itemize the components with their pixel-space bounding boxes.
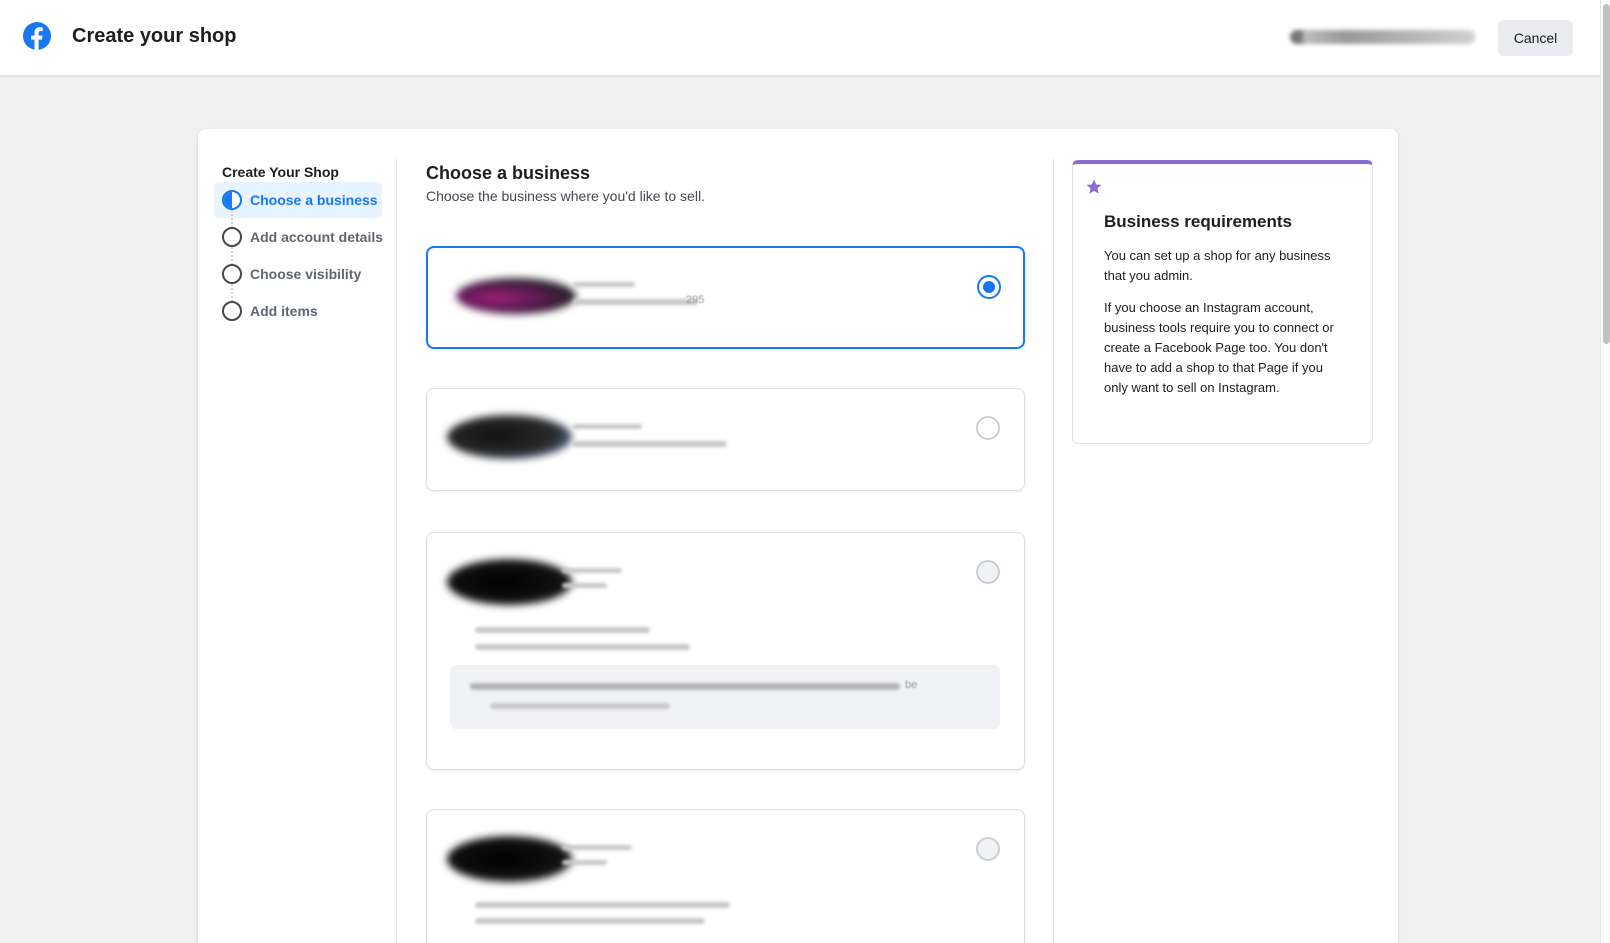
business-avatar-redacted [447, 415, 572, 459]
business-name-redacted [562, 845, 632, 850]
page-scrollbar[interactable] [1600, 0, 1610, 943]
business-requirements-panel: Business requirements You can set up a s… [1072, 160, 1373, 444]
section-subtitle: Choose the business where you'd like to … [426, 188, 705, 204]
business-detail-redacted [562, 860, 607, 865]
shop-setup-card: Create Your Shop Choose a business Add a… [198, 129, 1398, 943]
business-name-redacted [573, 282, 635, 287]
step-circle-icon [222, 227, 242, 247]
business-detail-redacted [572, 441, 727, 447]
step-label: Choose a business [250, 192, 378, 208]
business-option-3[interactable]: be [426, 532, 1025, 770]
note-text-redacted [490, 703, 670, 709]
business-option-2[interactable] [426, 388, 1025, 491]
facebook-logo-icon[interactable] [23, 22, 51, 50]
business-detail-redacted [475, 918, 705, 924]
business-detail-tail: 295 [686, 294, 705, 306]
requirements-title: Business requirements [1104, 212, 1293, 231]
business-avatar-redacted [447, 836, 572, 882]
business-detail-redacted [475, 627, 650, 633]
business-detail-redacted [475, 902, 730, 908]
business-note-box: be [450, 665, 1000, 729]
business-option-4[interactable] [426, 809, 1025, 943]
requirements-text-1: You can set up a shop for any business t… [1104, 248, 1331, 283]
step-label: Add account details [250, 229, 384, 245]
step-label: Choose visibility [250, 266, 362, 282]
note-text-tail: be [905, 679, 918, 691]
step-add-account-details[interactable]: Add account details [214, 219, 384, 255]
step-choose-business[interactable]: Choose a business [214, 182, 382, 218]
step-choose-visibility[interactable]: Choose visibility [214, 256, 382, 292]
business-avatar-redacted [447, 559, 572, 605]
stepper-title: Create Your Shop [222, 164, 339, 180]
page-title: Create your shop [72, 25, 237, 47]
left-divider [396, 159, 397, 943]
business-detail-redacted [475, 644, 690, 650]
star-icon [1086, 179, 1102, 194]
requirements-text-2: If you choose an Instagram account, busi… [1104, 300, 1334, 395]
business-detail-redacted [573, 299, 698, 305]
business-radio[interactable] [976, 837, 1000, 861]
business-avatar-redacted [456, 278, 576, 314]
business-option-1[interactable]: 295 [426, 246, 1025, 349]
step-circle-icon [222, 301, 242, 321]
step-add-items[interactable]: Add items [214, 293, 382, 329]
step-progress-icon [222, 190, 242, 210]
business-name-redacted [562, 568, 622, 573]
section-title: Choose a business [426, 163, 591, 183]
business-radio[interactable] [976, 416, 1000, 440]
scrollbar-thumb[interactable] [1603, 4, 1610, 344]
cancel-button[interactable]: Cancel [1498, 20, 1573, 56]
step-label: Add items [250, 303, 318, 319]
business-radio-selected[interactable] [977, 275, 1001, 299]
note-text-redacted [470, 683, 900, 690]
step-circle-icon [222, 264, 242, 284]
business-name-redacted [572, 424, 642, 429]
right-divider [1053, 159, 1054, 943]
business-detail-redacted [562, 583, 607, 588]
account-name-redacted [1290, 30, 1475, 44]
business-radio[interactable] [976, 560, 1000, 584]
top-bar: Create your shop Cancel [0, 0, 1600, 76]
